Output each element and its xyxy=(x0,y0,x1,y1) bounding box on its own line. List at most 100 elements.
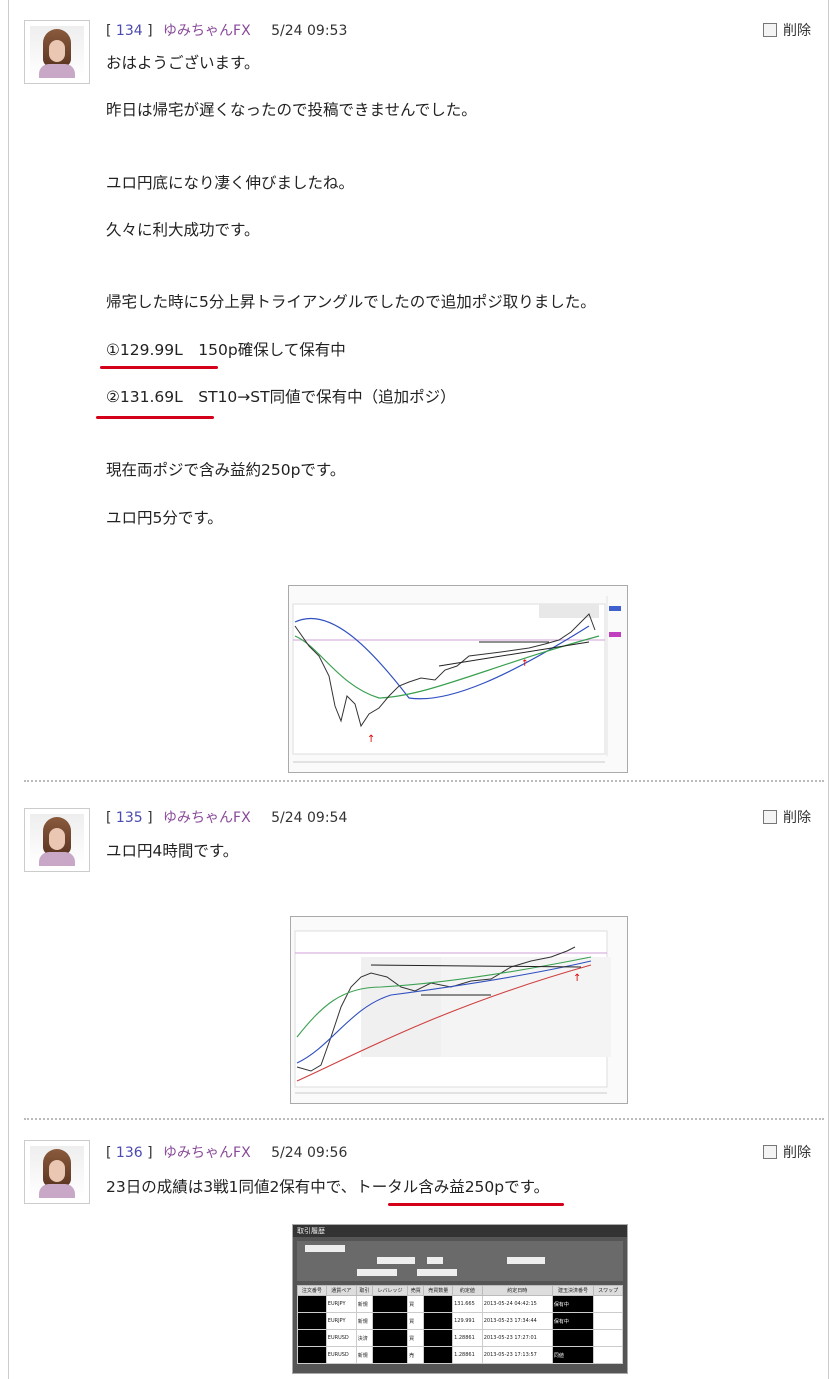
delete-checkbox[interactable] xyxy=(763,23,777,37)
post-divider xyxy=(24,780,824,782)
history-cell xyxy=(593,1295,623,1313)
history-cell: 2013-05-23 17:13:57 xyxy=(481,1346,553,1364)
username-link[interactable]: ゆみちゃんFX xyxy=(163,810,251,826)
history-row: EURJPY 新規 買 129.991 2013-05-23 17:34:44 保有中 xyxy=(297,1312,623,1330)
history-table: 注文番号 通貨ペア 取引 レバレッジ 売買 売買数量 約定値 約定日時 建玉決済番号 スワップ E… xyxy=(297,1285,623,1364)
history-row: EURUSD 新規 売 1.28861 2013-05-23 17:13:57 同値 xyxy=(297,1346,623,1364)
post-text-line: ①129.99L 150p確保して保有中 xyxy=(106,341,346,359)
svg-text:↑: ↑ xyxy=(521,659,529,669)
chart-4h-drawing: ↑ xyxy=(291,917,627,1103)
history-header-cell: 取引 xyxy=(355,1285,374,1296)
svg-text:↑: ↑ xyxy=(573,973,581,984)
post-header: [ 135 ] ゆみちゃんFX 5/24 09:54 xyxy=(106,810,348,826)
history-cell xyxy=(297,1329,327,1347)
post-number[interactable]: 134 xyxy=(116,23,143,39)
avatar[interactable] xyxy=(24,20,90,84)
history-cell xyxy=(423,1312,454,1330)
history-header-cell: スワップ xyxy=(593,1285,623,1296)
history-cell: 1.28861 xyxy=(452,1329,483,1347)
post-135: [ 135 ] ゆみちゃんFX 5/24 09:54 削除 ユロ円4時間です。 … xyxy=(8,790,827,1116)
delete-control[interactable]: 削除 xyxy=(763,1143,811,1163)
history-row: EURUSD 決済 買 1.28861 2013-05-23 17:27:01 xyxy=(297,1329,623,1347)
delete-control[interactable]: 削除 xyxy=(763,808,811,828)
post-date: 5/24 09:53 xyxy=(271,23,348,39)
history-header-cell: 建玉決済番号 xyxy=(551,1285,595,1296)
post-header: [ 134 ] ゆみちゃんFX 5/24 09:53 xyxy=(106,23,348,39)
username-link[interactable]: ゆみちゃんFX xyxy=(163,23,251,39)
red-underline xyxy=(100,366,218,369)
history-cell xyxy=(423,1329,454,1347)
chart-image-4h[interactable]: ↑ xyxy=(290,916,628,1104)
svg-text:↑: ↑ xyxy=(367,734,375,745)
history-cell: 新規 xyxy=(355,1346,374,1364)
history-cell xyxy=(372,1329,409,1347)
history-cell: 1.28861 xyxy=(452,1346,483,1364)
history-cell: 買 xyxy=(407,1312,425,1330)
trade-history-screenshot[interactable]: 取引履歴 注文番号 通貨ペア 取引 レバレッジ 売買 売買数量 約定値 約定日時 建玉決済番号ス… xyxy=(292,1224,628,1374)
history-cell xyxy=(372,1312,409,1330)
post-header: [ 136 ] ゆみちゃんFX 5/24 09:56 xyxy=(106,1145,348,1161)
history-cell: 保有中 xyxy=(551,1312,595,1330)
history-cell: EURUSD xyxy=(325,1346,357,1364)
delete-checkbox[interactable] xyxy=(763,1145,777,1159)
post-text-line: 帰宅した時に5分上昇トライアングルでしたので追加ポジ取りました。 xyxy=(106,293,596,311)
history-cell xyxy=(593,1312,623,1330)
post-number[interactable]: 136 xyxy=(116,1145,143,1161)
post-text-line: ②131.69L ST10→ST同値で保有中（追加ポジ） xyxy=(106,388,456,406)
post-text-line: 23日の成績は3戦1同値2保有中で、トータル含み益250pです。 xyxy=(106,1178,550,1196)
history-cell xyxy=(593,1346,623,1364)
history-cell: 買 xyxy=(407,1295,425,1313)
post-136: [ 136 ] ゆみちゃんFX 5/24 09:56 削除 23日の成績は3戦1… xyxy=(8,1126,827,1379)
history-cell: 新規 xyxy=(355,1295,374,1313)
delete-control[interactable]: 削除 xyxy=(763,21,811,41)
post-text-line: ユロ円5分です。 xyxy=(106,509,223,527)
history-cell: 2013-05-24 04:42:15 xyxy=(481,1295,553,1313)
history-header-cell: 注文番号 xyxy=(297,1285,327,1296)
history-cell: 決済 xyxy=(355,1329,374,1347)
red-underline xyxy=(96,416,214,419)
history-cell: 保有中 xyxy=(551,1295,595,1313)
post-text-line: ユロ円4時間です。 xyxy=(106,842,239,860)
history-cell xyxy=(593,1329,623,1347)
history-cell: 新規 xyxy=(355,1312,374,1330)
history-cell xyxy=(297,1295,327,1313)
history-header-cell: 売買数量 xyxy=(423,1285,454,1296)
history-cell xyxy=(372,1346,409,1364)
history-cell: EURJPY xyxy=(325,1295,357,1313)
delete-label: 削除 xyxy=(783,1145,811,1161)
post-date: 5/24 09:54 xyxy=(271,810,348,826)
history-header-cell: 通貨ペア xyxy=(325,1285,357,1296)
history-cell: 売 xyxy=(407,1346,425,1364)
history-header-cell: 約定日時 xyxy=(481,1285,553,1296)
history-cell xyxy=(297,1312,327,1330)
history-cell xyxy=(372,1295,409,1313)
post-date: 5/24 09:56 xyxy=(271,1145,348,1161)
post-divider xyxy=(24,1118,824,1120)
post-number[interactable]: 135 xyxy=(116,810,143,826)
history-header-cell: レバレッジ xyxy=(372,1285,409,1296)
history-cell: 2013-05-23 17:34:44 xyxy=(481,1312,553,1330)
chart-image-5min[interactable]: ↑ ↑ xyxy=(288,585,628,773)
post-134: [ 134 ] ゆみちゃんFX 5/24 09:53 削除 おはようございます。… xyxy=(8,0,827,780)
delete-label: 削除 xyxy=(783,23,811,39)
avatar[interactable] xyxy=(24,1140,90,1204)
history-cell: 2013-05-23 17:27:01 xyxy=(481,1329,553,1347)
chart-5min-drawing: ↑ ↑ xyxy=(289,586,627,772)
post-text-line: 久々に利大成功です。 xyxy=(106,221,260,239)
history-title: 取引履歴 xyxy=(293,1225,627,1237)
delete-label: 削除 xyxy=(783,810,811,826)
history-cell xyxy=(297,1346,327,1364)
post-text-line: 現在両ポジで含み益約250pです。 xyxy=(106,461,346,479)
history-cell xyxy=(423,1295,454,1313)
delete-checkbox[interactable] xyxy=(763,810,777,824)
history-cell xyxy=(551,1329,595,1347)
avatar[interactable] xyxy=(24,808,90,872)
history-cell: EURUSD xyxy=(325,1329,357,1347)
history-cell: EURJPY xyxy=(325,1312,357,1330)
history-header-cell: 約定値 xyxy=(452,1285,483,1296)
history-cell: 129.991 xyxy=(452,1312,483,1330)
red-underline xyxy=(388,1203,564,1206)
history-row: EURJPY 新規 買 131.665 2013-05-24 04:42:15 保有中 xyxy=(297,1295,623,1313)
post-text-line: 昨日は帰宅が遅くなったので投稿できませんでした。 xyxy=(106,101,477,119)
username-link[interactable]: ゆみちゃんFX xyxy=(163,1145,251,1161)
